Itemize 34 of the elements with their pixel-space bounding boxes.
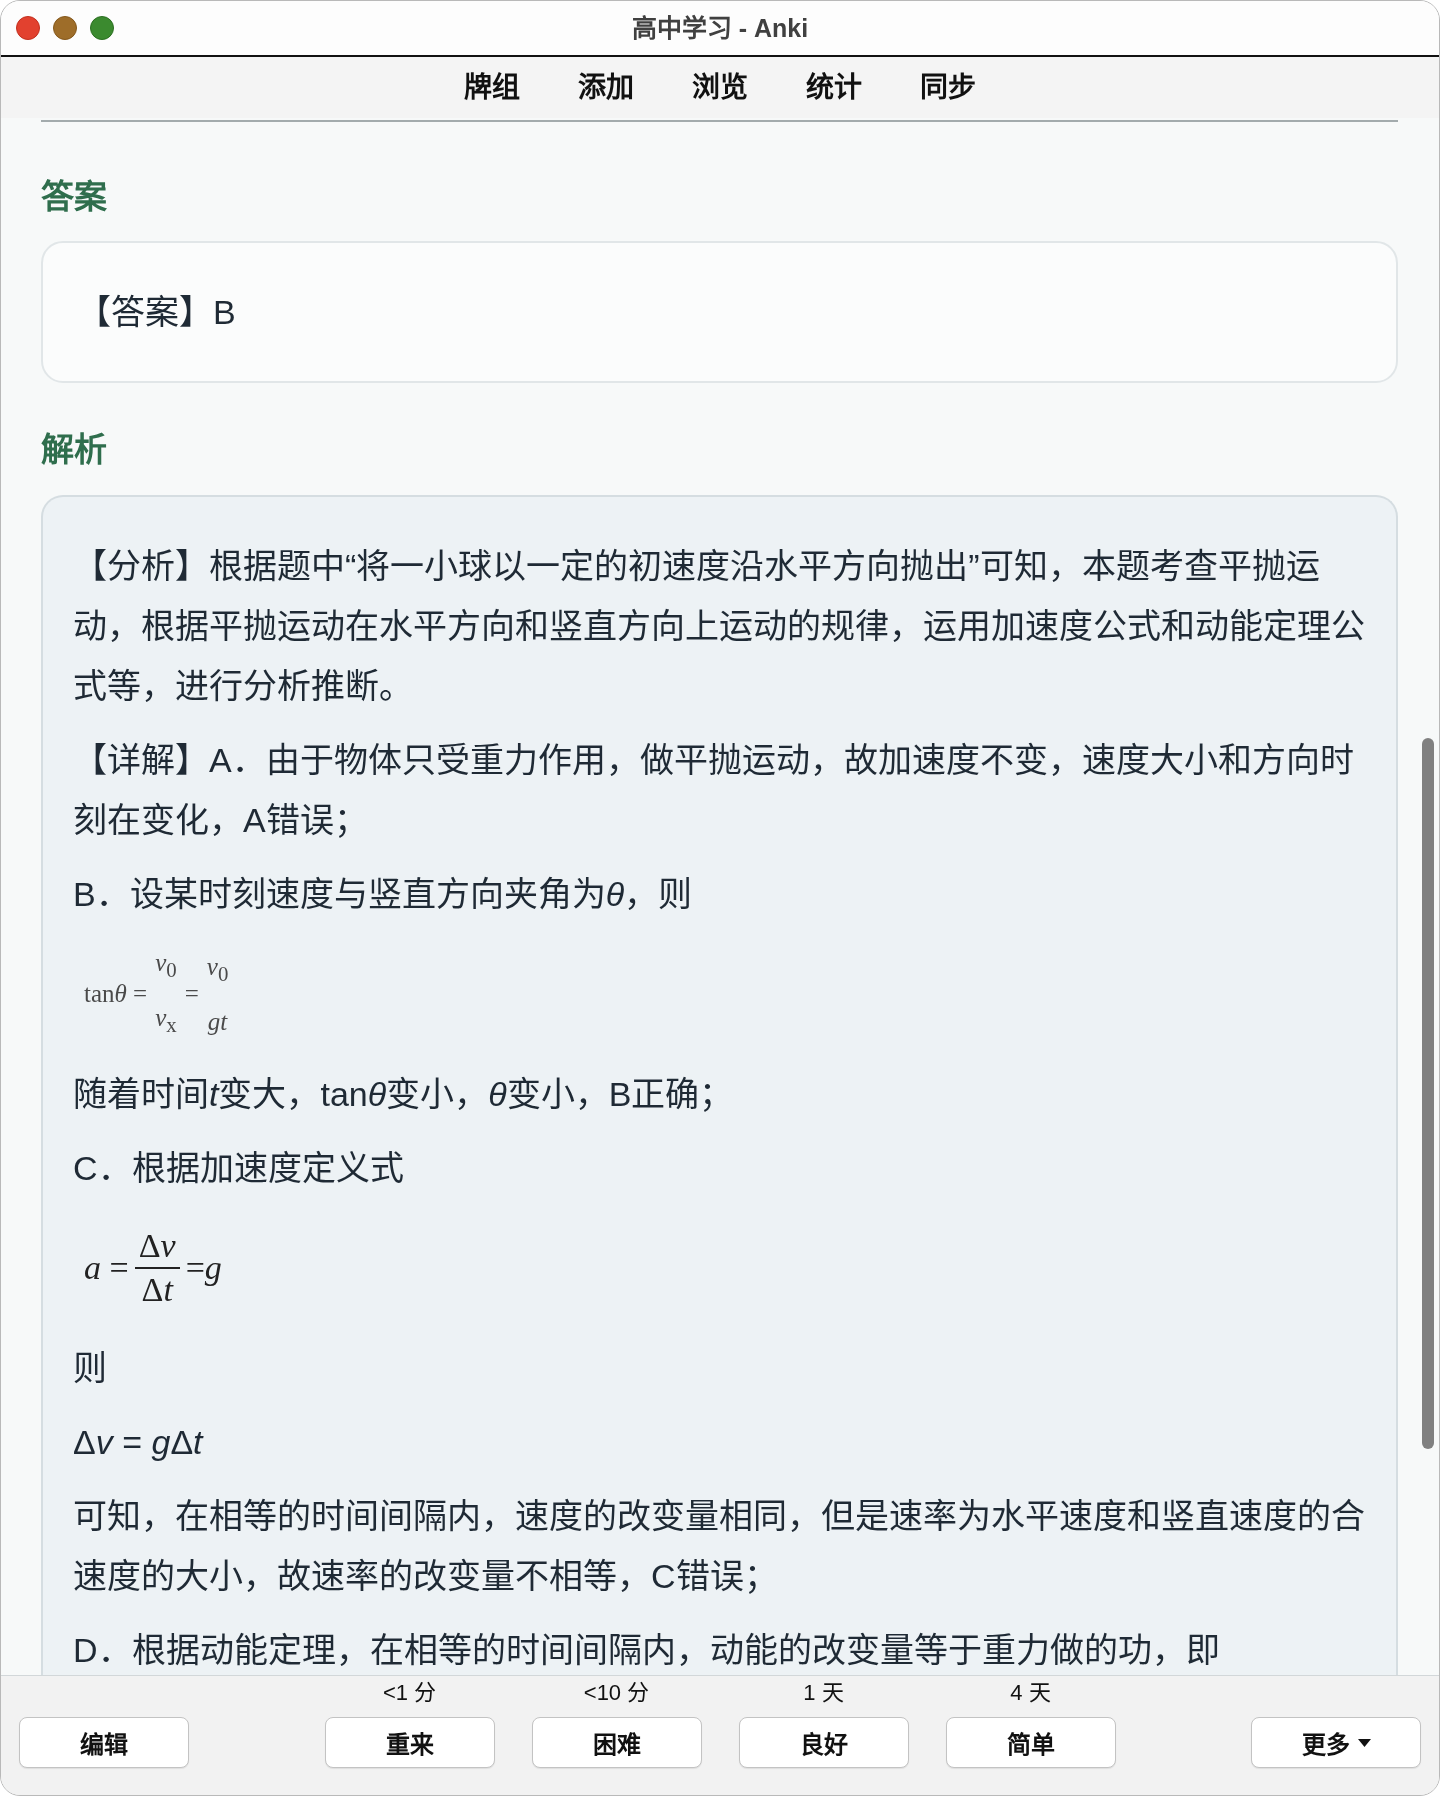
more-button[interactable]: 更多 [1251, 1717, 1421, 1768]
rating-button[interactable]: 良好 [738, 1717, 909, 1768]
nav-link[interactable]: 同步 [920, 69, 976, 106]
nav-link[interactable]: 浏览 [692, 69, 748, 106]
paragraph-text: 则 [73, 1348, 107, 1389]
paragraph-text: Δv = gΔt [73, 1422, 203, 1463]
paragraph-text: 【分析】根据题中“将一小球以一定的初速度沿水平方向抛出”可知，本题考查平抛运动，根据平抛运动在水平方向和竖直方向上运动的规律，运用加速度公式和动能定理公式等，进行分析推断。 [73, 546, 1366, 707]
zoom-button[interactable] [90, 16, 114, 40]
interval-label: <1 分 [382, 1680, 437, 1706]
math-formula: a = Δv Δt =g [84, 1227, 222, 1309]
paragraph-text: B．设某时刻速度与竖直方向夹角为θ，则 [73, 874, 693, 915]
window-title: 高中学习 - Anki [631, 13, 809, 43]
scrollbar-thumb[interactable] [1422, 738, 1434, 1449]
math-formula: tanθ = v$_{0}$ v$_{x}$ = v$_{0}$ gt [84, 950, 229, 1038]
minimize-button[interactable] [53, 16, 77, 40]
section-heading: 解析 [41, 430, 107, 470]
paragraph-text: C．根据加速度定义式 [73, 1148, 404, 1189]
close-button[interactable] [16, 16, 40, 40]
edit-button[interactable]: 编辑 [19, 1717, 189, 1768]
interval-label: 4 天 [1010, 1680, 1051, 1706]
answer-text: 【答案】B [77, 292, 236, 332]
nav-link[interactable]: 添加 [578, 69, 634, 106]
section-heading: 答案 [41, 177, 107, 217]
paragraph-text: D．根据动能定理，在相等的时间间隔内，动能的改变量等于重力做的功，即 [73, 1630, 1220, 1671]
rating-button[interactable]: 重来 [324, 1717, 495, 1768]
interval-label: <10 分 [583, 1680, 650, 1706]
nav-link[interactable]: 牌组 [464, 69, 520, 106]
interval-label: 1 天 [803, 1680, 844, 1706]
rating-button[interactable]: 困难 [531, 1717, 702, 1768]
nav-link[interactable]: 统计 [806, 69, 862, 106]
caret-down-icon [1357, 1738, 1371, 1747]
paragraph-text: 随着时间t变大，tanθ变小，θ变小，B正确； [73, 1074, 734, 1115]
rating-button[interactable]: 简单 [945, 1717, 1116, 1768]
paragraph-text: 可知，在相等的时间间隔内，速度的改变量相同，但是速率为水平速度和竖直速度的合速度的大小，故速率的改变量不相等，C错误； [73, 1496, 1366, 1597]
